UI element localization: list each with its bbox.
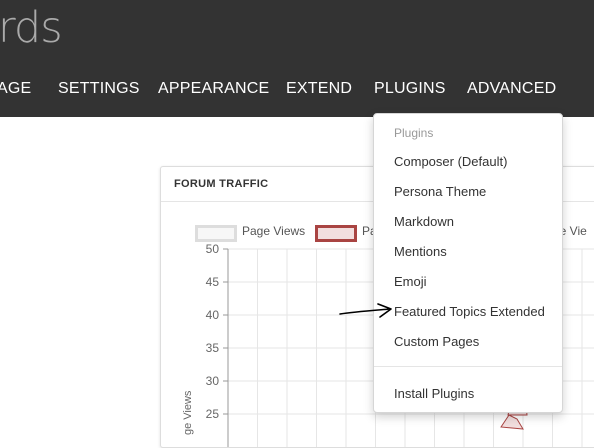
- y-tick-label: 40: [206, 308, 220, 322]
- nav-item-appearance[interactable]: APPEARANCE: [158, 80, 269, 98]
- admin-header: rds AGE SETTINGS APPEARANCE EXTEND PLUGI…: [0, 0, 594, 117]
- nav-item-plugins[interactable]: PLUGINS: [374, 80, 446, 98]
- y-axis-label: ge Views: [182, 390, 194, 435]
- y-tick-label: 30: [206, 374, 220, 388]
- brand-logo[interactable]: rds: [0, 3, 63, 53]
- y-axis-ticks: 50 45 40 35 30 25: [206, 242, 228, 421]
- y-tick-label: 50: [206, 242, 220, 256]
- menu-item-custom-pages[interactable]: Custom Pages: [394, 334, 479, 349]
- series-area-red-low: [500, 414, 524, 430]
- menu-item-persona-theme[interactable]: Persona Theme: [394, 184, 486, 199]
- menu-item-featured-topics-extended[interactable]: Featured Topics Extended: [394, 304, 545, 319]
- y-tick-label: 45: [206, 275, 220, 289]
- y-tick-label: 35: [206, 341, 220, 355]
- menu-divider: [374, 366, 562, 367]
- nav-item-extend[interactable]: EXTEND: [286, 80, 352, 98]
- menu-item-emoji[interactable]: Emoji: [394, 274, 427, 289]
- nav-item-manage[interactable]: AGE: [0, 80, 31, 98]
- menu-item-markdown[interactable]: Markdown: [394, 214, 454, 229]
- y-tick-label: 25: [206, 407, 220, 421]
- menu-item-composer-default[interactable]: Composer (Default): [394, 154, 507, 169]
- dropdown-header: Plugins: [394, 126, 434, 140]
- menu-item-mentions[interactable]: Mentions: [394, 244, 447, 259]
- nav-item-settings[interactable]: SETTINGS: [58, 80, 140, 98]
- nav-item-advanced[interactable]: ADVANCED: [467, 80, 556, 98]
- plugins-dropdown-menu: Plugins Composer (Default) Persona Theme…: [373, 113, 563, 413]
- menu-item-install-plugins[interactable]: Install Plugins: [394, 386, 474, 401]
